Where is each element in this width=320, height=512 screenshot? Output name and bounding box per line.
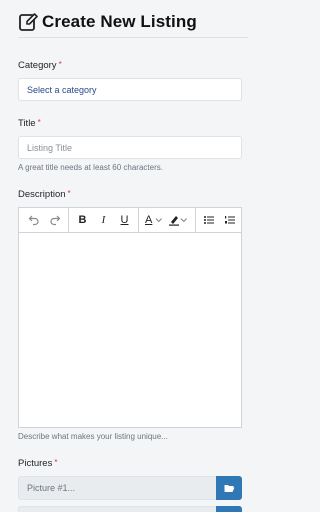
bold-button[interactable]: B (72, 209, 93, 231)
description-help-text: Describe what makes your listing unique.… (18, 432, 168, 441)
description-label: Description * (18, 189, 71, 200)
numbered-list-icon (225, 216, 236, 224)
create-listing-panel: Create New Listing Category * Select a ca… (8, 0, 252, 512)
picture-upload-row-2 (18, 506, 242, 512)
edit-icon (19, 12, 38, 31)
italic-button[interactable]: I (93, 209, 114, 231)
highlighter-icon (168, 216, 179, 226)
category-select-value: Select a category (27, 85, 97, 95)
picture-input-2[interactable] (18, 506, 216, 512)
editor-toolbar: B I U A (19, 208, 241, 233)
required-mark: * (54, 458, 58, 467)
description-editor: B I U A (18, 207, 242, 428)
folder-open-icon (224, 484, 234, 492)
browse-picture-button[interactable] (216, 476, 242, 500)
title-help-text: A great title needs at least 60 characte… (18, 163, 163, 172)
picture-input[interactable]: Picture #1... (18, 476, 216, 500)
font-color-button[interactable]: A (142, 209, 155, 231)
title-label: Title * (18, 118, 41, 129)
toolbar-separator (68, 208, 69, 233)
underline-button[interactable]: U (114, 209, 135, 231)
pictures-label: Pictures * (18, 458, 57, 469)
title-input[interactable]: Listing Title (18, 136, 242, 159)
toolbar-separator (195, 208, 196, 233)
required-mark: * (67, 189, 71, 198)
title-input-placeholder: Listing Title (27, 143, 73, 153)
title-label-text: Title (18, 118, 36, 129)
picture-upload-row: Picture #1... (18, 476, 242, 500)
page-title: Create New Listing (42, 11, 197, 31)
browse-picture-button-2[interactable] (216, 506, 242, 512)
required-mark: * (37, 118, 41, 127)
undo-button[interactable] (23, 209, 44, 231)
description-textarea[interactable] (19, 233, 241, 427)
numbered-list-button[interactable] (220, 209, 241, 231)
category-label-text: Category (18, 60, 57, 71)
category-label: Category * (18, 60, 62, 71)
undo-icon (28, 215, 39, 226)
bullet-list-button[interactable] (199, 209, 220, 231)
chevron-down-icon[interactable] (180, 216, 188, 224)
page-header: Create New Listing (18, 6, 248, 38)
category-select[interactable]: Select a category (18, 78, 242, 101)
required-mark: * (58, 60, 62, 69)
redo-button[interactable] (44, 209, 65, 231)
highlight-button[interactable] (167, 209, 180, 231)
pictures-label-text: Pictures (18, 458, 53, 469)
description-label-text: Description (18, 189, 66, 200)
toolbar-separator (138, 208, 139, 233)
bullet-list-icon (204, 216, 215, 224)
chevron-down-icon[interactable] (155, 216, 163, 224)
picture-input-placeholder: Picture #1... (27, 483, 76, 493)
redo-icon (49, 215, 60, 226)
